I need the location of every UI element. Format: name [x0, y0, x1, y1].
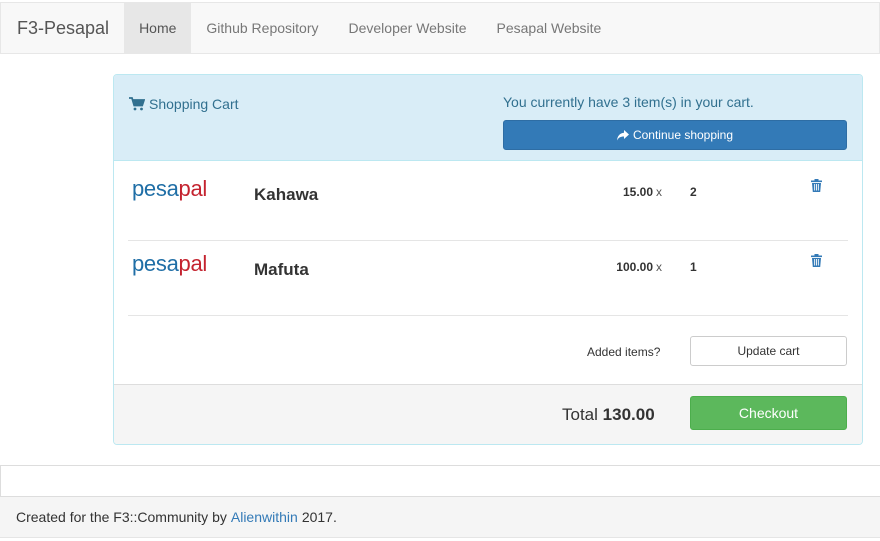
- cart-total: Total 130.00: [562, 405, 655, 424]
- nav-home[interactable]: Home: [124, 3, 192, 53]
- pesapal-logo: pesapal: [132, 176, 207, 201]
- navbar-brand[interactable]: F3-Pesapal: [1, 3, 124, 53]
- cart-title: Shopping Cart: [129, 96, 239, 112]
- cart-title-text: Shopping Cart: [149, 96, 239, 112]
- pesapal-logo: pesapal: [132, 251, 207, 276]
- item-quantity: 2: [690, 185, 697, 199]
- trash-icon[interactable]: [811, 254, 822, 267]
- author-link[interactable]: Alienwithin: [231, 509, 298, 525]
- item-name: Kahawa: [254, 185, 319, 204]
- update-cart-button[interactable]: Update cart: [690, 336, 847, 366]
- nav-menu: Home Github Repository Developer Website…: [124, 3, 616, 53]
- footer-suffix: 2017.: [301, 509, 337, 525]
- trash-icon[interactable]: [811, 179, 822, 192]
- continue-shopping-label: Continue shopping: [632, 128, 734, 142]
- cart-item-row: pesapal Kahawa 15.00 x 2: [128, 161, 848, 241]
- nav-developer-website[interactable]: Developer Website: [333, 3, 481, 53]
- cart-panel-footer: Total 130.00 Checkout: [114, 384, 862, 444]
- cart-count-text: You currently have 3 item(s) in your car…: [503, 94, 754, 110]
- cart-total-value: 130.00: [602, 405, 655, 424]
- shopping-cart-icon: [129, 97, 145, 111]
- footer-prefix: Created for the F3::Community by: [16, 509, 227, 525]
- page-footer: Created for the F3::Community by Alienwi…: [0, 496, 880, 538]
- share-icon: [616, 129, 629, 140]
- item-price: 15.00 x: [622, 185, 662, 199]
- item-quantity: 1: [690, 260, 697, 274]
- nav-github-repository[interactable]: Github Repository: [191, 3, 333, 53]
- continue-shopping-button[interactable]: Continue shopping: [503, 120, 847, 150]
- nav-pesapal-website[interactable]: Pesapal Website: [482, 3, 617, 53]
- checkout-button[interactable]: Checkout: [690, 396, 847, 430]
- added-items-label: Added items?: [587, 345, 661, 359]
- cart-panel-heading: Shopping Cart You currently have 3 item(…: [114, 75, 862, 161]
- navbar: F3-Pesapal Home Github Repository Develo…: [0, 2, 880, 54]
- footer-spacer: [0, 465, 880, 497]
- cart-item-row: pesapal Mafuta 100.00 x 1: [128, 236, 848, 316]
- item-name: Mafuta: [254, 260, 309, 279]
- cart-panel: Shopping Cart You currently have 3 item(…: [113, 74, 863, 445]
- item-price: 100.00 x: [616, 260, 662, 274]
